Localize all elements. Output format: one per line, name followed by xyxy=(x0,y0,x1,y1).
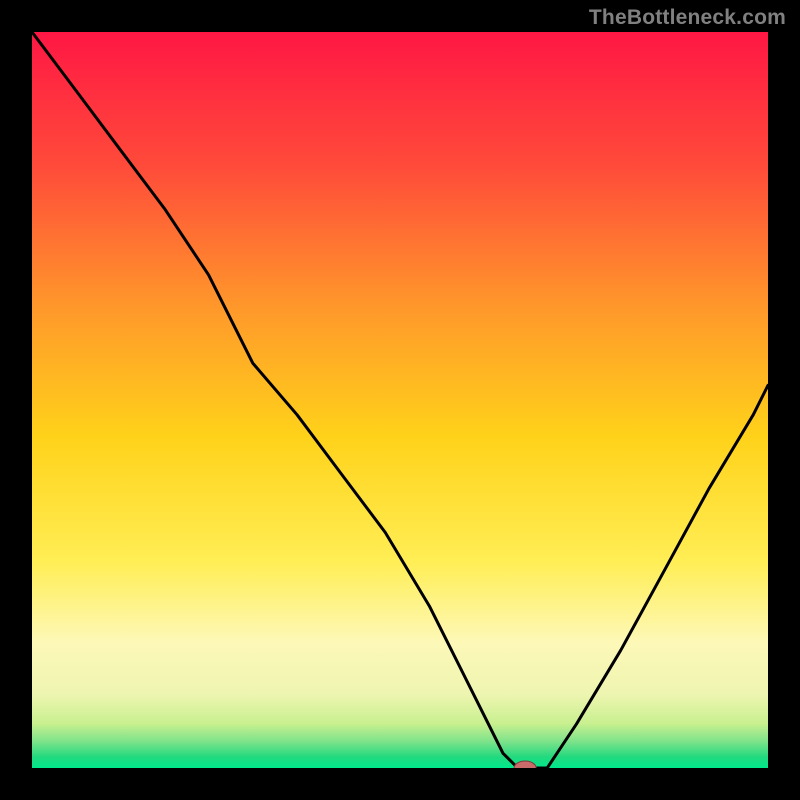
watermark-text: TheBottleneck.com xyxy=(589,6,786,30)
chart-svg xyxy=(32,32,768,768)
chart-frame: TheBottleneck.com xyxy=(0,0,800,800)
gradient-background xyxy=(32,32,768,768)
plot-area xyxy=(32,32,768,768)
